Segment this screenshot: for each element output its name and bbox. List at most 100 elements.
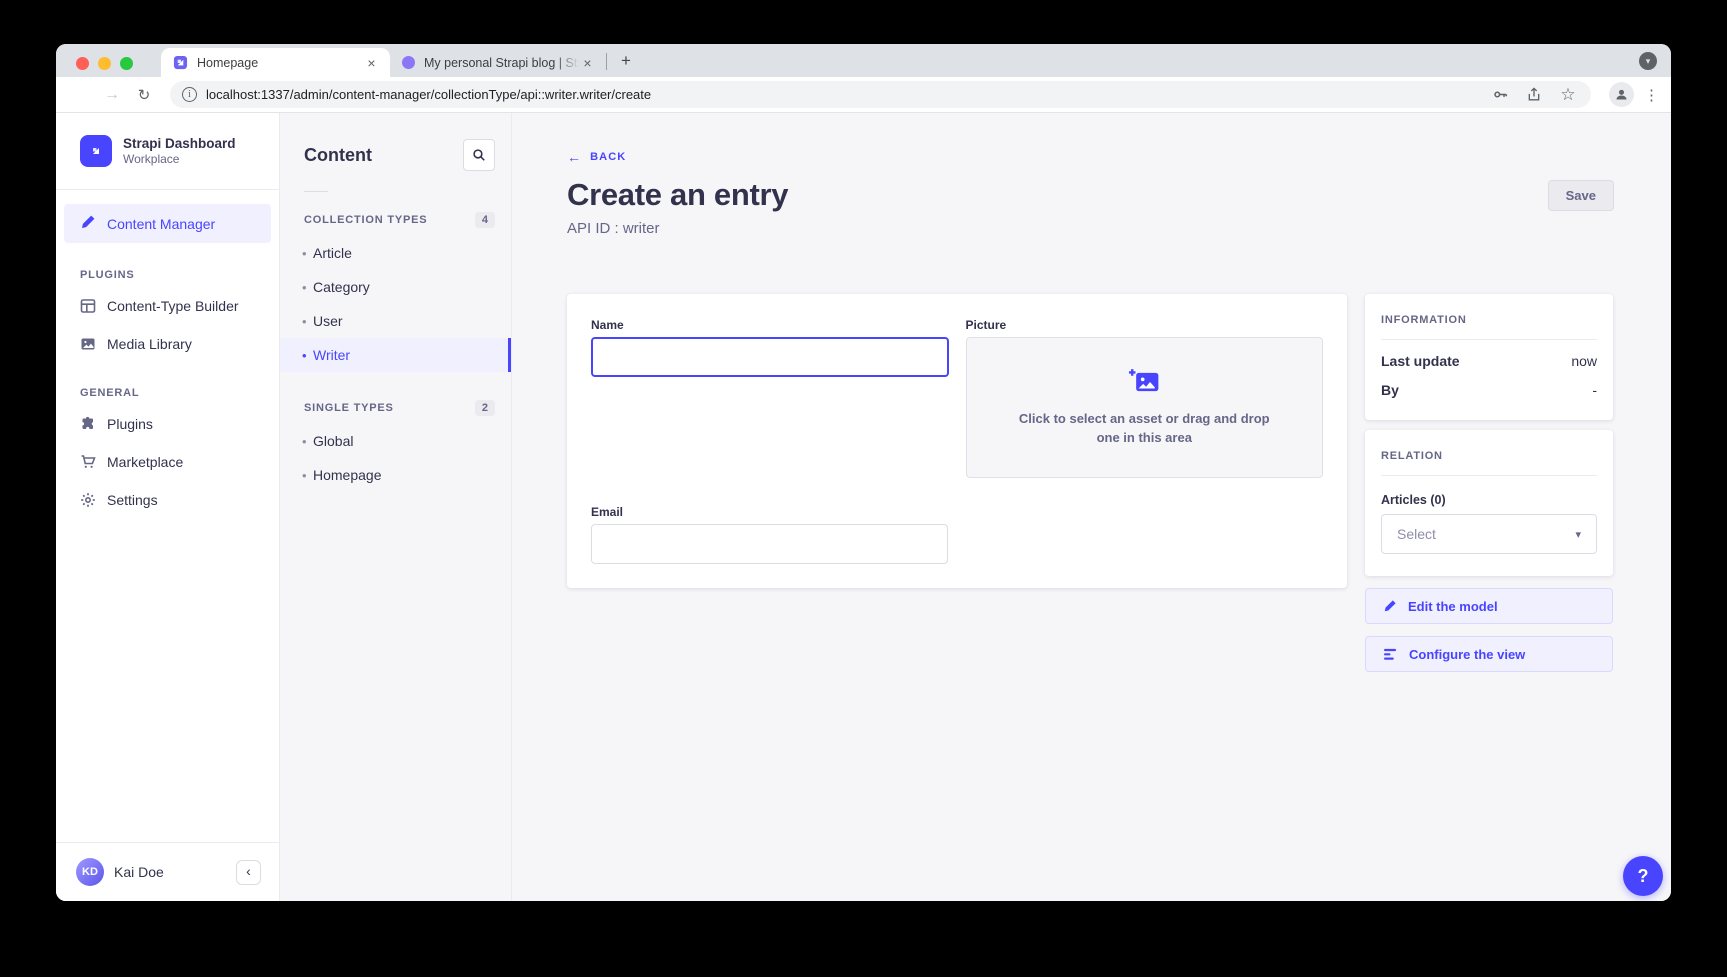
subnav-item-user[interactable]: User <box>280 304 511 338</box>
group-label-collection-types: COLLECTION TYPES <box>304 214 475 226</box>
sidebar-item-label: Content Manager <box>107 216 215 232</box>
user-name: Kai Doe <box>114 864 236 880</box>
sidebar-item-label: Plugins <box>107 416 153 432</box>
divider <box>1381 475 1597 476</box>
information-panel: INFORMATION Last update now By - <box>1365 294 1613 420</box>
last-update-row: Last update now <box>1381 353 1597 369</box>
page-title: Create an entry <box>567 177 788 213</box>
save-button[interactable]: Save <box>1548 180 1614 211</box>
sidebar-item-label: Marketplace <box>107 454 183 470</box>
close-window-button[interactable] <box>76 57 89 70</box>
chevron-down-icon <box>1575 528 1581 541</box>
layout-icon <box>80 298 96 314</box>
information-heading: INFORMATION <box>1381 314 1597 326</box>
subnav-item-homepage[interactable]: Homepage <box>280 458 511 492</box>
browser-profile-avatar[interactable] <box>1609 82 1634 107</box>
tab-search-button[interactable] <box>1639 52 1657 70</box>
sidebar-item-marketplace[interactable]: Marketplace <box>56 443 279 481</box>
api-id-subtitle: API ID : writer <box>567 220 1614 237</box>
dropzone-hint: Click to select an asset or drag and dro… <box>1006 410 1283 448</box>
tab-homepage[interactable]: Homepage <box>161 48 390 77</box>
subnav-title: Content <box>304 145 372 166</box>
bookmark-star-icon[interactable] <box>1557 84 1579 106</box>
tab-close-icon[interactable] <box>363 54 380 71</box>
key-icon[interactable] <box>1489 84 1511 106</box>
by-row: By - <box>1381 382 1597 398</box>
sidebar-item-content-manager[interactable]: Content Manager <box>64 204 271 243</box>
cart-icon <box>80 454 96 470</box>
new-tab-button[interactable] <box>613 48 639 74</box>
image-icon <box>80 336 96 352</box>
relation-panel: RELATION Articles (0) Select <box>1365 430 1613 576</box>
picture-dropzone[interactable]: Click to select an asset or drag and dro… <box>966 337 1324 478</box>
workspace-subtitle: Workplace <box>123 152 236 166</box>
content-subnav: Content COLLECTION TYPES 4 Article Categ… <box>280 113 512 901</box>
group-label-single-types: SINGLE TYPES <box>304 402 475 414</box>
configure-view-button[interactable]: Configure the view <box>1365 636 1613 672</box>
help-button[interactable]: ? <box>1623 856 1663 896</box>
subnav-item-category[interactable]: Category <box>280 270 511 304</box>
sidebar-item-plugins[interactable]: Plugins <box>56 405 279 443</box>
browser-window: Homepage My personal Strapi blog | Strap… <box>56 44 1671 901</box>
sidebar-item-settings[interactable]: Settings <box>56 481 279 519</box>
site-info-icon[interactable] <box>182 87 197 102</box>
configure-icon <box>1383 648 1398 661</box>
section-label-general: GENERAL <box>56 363 279 405</box>
share-icon[interactable] <box>1523 84 1545 106</box>
count-badge: 4 <box>475 212 495 228</box>
tab-title: Homepage <box>197 56 363 70</box>
collapse-sidebar-button[interactable] <box>236 860 261 885</box>
strapi-logo <box>80 135 112 167</box>
search-button[interactable] <box>463 139 495 171</box>
blog-favicon <box>402 56 415 69</box>
name-input[interactable] <box>591 337 949 377</box>
minimize-window-button[interactable] <box>98 57 111 70</box>
main-sidebar: Strapi Dashboard Workplace Content Manag… <box>56 113 280 901</box>
side-panels: INFORMATION Last update now By - RELATIO… <box>1365 294 1613 672</box>
workspace-title: Strapi Dashboard <box>123 136 236 153</box>
main-content: BACK Create an entry Save API ID : write… <box>512 113 1671 901</box>
tab-strapi-blog[interactable]: My personal Strapi blog | Strap <box>390 48 606 77</box>
address-bar[interactable]: localhost:1337/admin/content-manager/col… <box>170 81 1591 108</box>
sidebar-item-label: Content-Type Builder <box>107 298 239 314</box>
articles-select[interactable]: Select <box>1381 514 1597 554</box>
sidebar-item-label: Media Library <box>107 336 192 352</box>
window-controls <box>76 57 133 70</box>
subnav-item-global[interactable]: Global <box>280 424 511 458</box>
email-field-label: Email <box>591 505 948 519</box>
count-badge: 2 <box>475 400 495 416</box>
back-link[interactable]: BACK <box>567 149 626 165</box>
entry-form-card: Name Picture <box>567 294 1347 588</box>
articles-relation-label: Articles (0) <box>1381 493 1597 507</box>
search-icon <box>472 148 486 162</box>
add-image-icon <box>1127 367 1161 397</box>
user-row: KD Kai Doe <box>56 842 279 901</box>
subnav-item-writer[interactable]: Writer <box>280 338 511 372</box>
email-input[interactable] <box>591 524 948 564</box>
divider <box>1381 339 1597 340</box>
browser-menu-icon[interactable] <box>1644 86 1659 104</box>
edit-model-button[interactable]: Edit the model <box>1365 588 1613 624</box>
sidebar-item-content-type-builder[interactable]: Content-Type Builder <box>56 287 279 325</box>
forward-button[interactable] <box>100 83 124 107</box>
sidebar-item-media-library[interactable]: Media Library <box>56 325 279 363</box>
tabs: Homepage My personal Strapi blog | Strap <box>161 44 639 77</box>
browser-tab-strip: Homepage My personal Strapi blog | Strap <box>56 44 1671 77</box>
workspace-brand: Strapi Dashboard Workplace <box>56 113 279 190</box>
sidebar-item-label: Settings <box>107 492 158 508</box>
reload-button[interactable] <box>132 83 156 107</box>
pencil-icon <box>1383 599 1397 613</box>
section-label-plugins: PLUGINS <box>56 245 279 287</box>
browser-toolbar: localhost:1337/admin/content-manager/col… <box>56 77 1671 113</box>
strapi-favicon <box>173 55 188 70</box>
tab-title: My personal Strapi blog | Strap <box>424 56 579 70</box>
zoom-window-button[interactable] <box>120 57 133 70</box>
tab-close-icon[interactable] <box>579 54 596 71</box>
picture-field-label: Picture <box>966 318 1324 332</box>
url-text[interactable]: localhost:1337/admin/content-manager/col… <box>206 87 1477 102</box>
divider <box>304 191 328 192</box>
tab-separator <box>606 53 607 70</box>
gear-icon <box>80 492 96 508</box>
subnav-item-article[interactable]: Article <box>280 236 511 270</box>
strapi-admin: Strapi Dashboard Workplace Content Manag… <box>56 113 1671 901</box>
